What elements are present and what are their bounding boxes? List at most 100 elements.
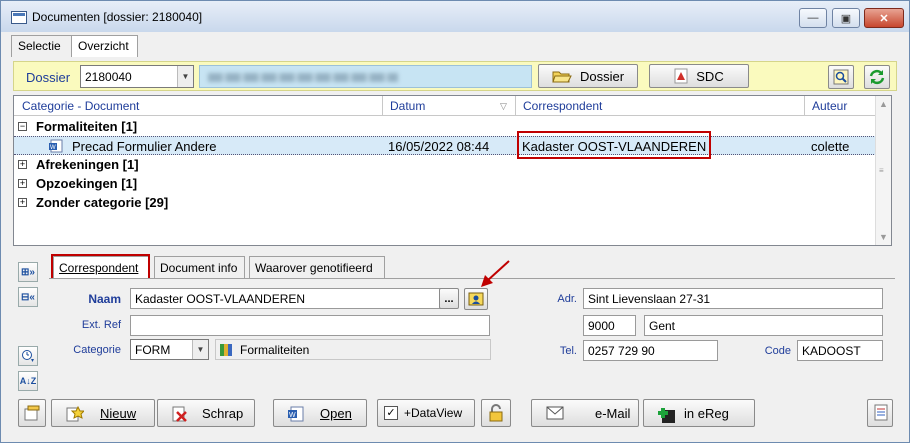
city-field[interactable]: Gent xyxy=(644,315,883,336)
cell-auteur: colette xyxy=(811,139,850,154)
tel-label: Tel. xyxy=(559,345,577,357)
column-separator xyxy=(804,96,805,116)
schrap-button[interactable]: Schrap xyxy=(157,399,255,427)
chevron-down-icon[interactable]: ▼ xyxy=(177,66,193,87)
vertical-scrollbar[interactable]: ▲ ≡ ▼ xyxy=(875,96,891,245)
tab-overzicht[interactable]: Overzicht xyxy=(71,35,138,57)
correspondent-tab-highlight xyxy=(51,254,150,280)
svg-text:W: W xyxy=(289,412,296,419)
tab-selectie[interactable]: Selectie xyxy=(11,35,72,57)
close-button[interactable]: ✕ xyxy=(864,8,904,28)
scroll-up-icon[interactable]: ▲ xyxy=(879,99,888,109)
expand-icon[interactable]: + xyxy=(18,160,27,169)
column-auteur[interactable]: Auteur xyxy=(812,99,847,113)
scroll-grip-icon[interactable]: ≡ xyxy=(879,166,884,175)
document-grid: Categorie - Document Datum ▽ Corresponde… xyxy=(13,95,892,246)
postcode-field[interactable]: 9000 xyxy=(583,315,636,336)
categorie-name: Formaliteiten xyxy=(240,343,310,357)
categorie-combo[interactable]: FORM ▼ xyxy=(130,339,209,360)
code-label: Code xyxy=(764,345,791,357)
documenten-window: Documenten [dossier: 2180040] — ▣ ✕ Sele… xyxy=(0,0,910,443)
new-document-icon xyxy=(66,406,84,422)
word-document-icon: W xyxy=(288,406,304,422)
dossier-button[interactable]: Dossier xyxy=(538,64,638,88)
contact-card-icon xyxy=(468,292,484,306)
naam-field[interactable]: Kadaster OOST-VLAANDEREN xyxy=(130,288,441,309)
add-register-icon xyxy=(658,408,675,423)
app-icon xyxy=(11,11,27,24)
group-row-formaliteiten[interactable]: − Formaliteiten [1] xyxy=(14,117,876,136)
column-categorie-document[interactable]: Categorie - Document xyxy=(22,99,139,113)
magnifier-icon xyxy=(833,69,849,85)
minimize-button[interactable]: — xyxy=(799,8,827,28)
nieuw-button[interactable]: Nieuw xyxy=(51,399,155,427)
extref-field[interactable] xyxy=(130,315,490,336)
tel-field[interactable]: 0257 729 90 xyxy=(583,340,718,361)
scroll-down-icon[interactable]: ▼ xyxy=(879,232,888,242)
group-label: Formaliteiten [1] xyxy=(36,119,138,134)
open-label: Open xyxy=(320,406,352,421)
group-label: Opzoekingen [1] xyxy=(36,176,138,191)
padlock-icon xyxy=(489,404,503,422)
group-row-zonder-categorie[interactable]: + Zonder categorie [29] xyxy=(14,193,876,212)
zoom-button[interactable] xyxy=(828,65,854,89)
folder-open-icon xyxy=(552,71,572,83)
table-row[interactable]: W Precad Formulier Andere 16/05/2022 08:… xyxy=(14,136,876,155)
categorie-value: FORM xyxy=(135,343,171,357)
refresh-button[interactable] xyxy=(864,65,890,89)
group-label: Afrekeningen [1] xyxy=(36,157,139,172)
word-document-icon: W xyxy=(49,139,63,153)
adr-label: Adr. xyxy=(557,293,577,305)
maximize-button[interactable]: ▣ xyxy=(832,8,860,28)
dossier-name-field xyxy=(199,65,532,88)
open-button[interactable]: W Open xyxy=(273,399,367,427)
envelope-icon xyxy=(546,406,564,420)
code-field[interactable]: KADOOST xyxy=(797,340,883,361)
correspondent-panel: Naam Kadaster OOST-VLAANDEREN ... Ext. R… xyxy=(49,260,895,394)
expand-icon[interactable]: + xyxy=(18,198,27,207)
title-bar: Documenten [dossier: 2180040] — ▣ ✕ xyxy=(1,1,909,32)
chevron-down-icon[interactable]: ▼ xyxy=(192,340,208,359)
contact-card-button[interactable] xyxy=(464,288,488,310)
window-title: Documenten [dossier: 2180040] xyxy=(32,10,203,24)
ereg-button[interactable]: in eReg xyxy=(643,399,755,427)
collapse-icon[interactable]: − xyxy=(18,122,27,131)
expand-all-button[interactable]: ⊞» xyxy=(18,262,38,282)
dataview-toggle[interactable]: ✓ +DataView xyxy=(377,399,475,427)
group-row-opzoekingen[interactable]: + Opzoekingen [1] xyxy=(14,174,876,193)
export-icon xyxy=(874,404,888,421)
properties-button[interactable] xyxy=(18,399,46,427)
sdc-button[interactable]: SDC xyxy=(649,64,749,88)
column-separator xyxy=(515,96,516,116)
refresh-icon xyxy=(869,69,885,85)
dataview-label: +DataView xyxy=(404,406,463,420)
delete-document-icon xyxy=(172,406,187,422)
naam-lookup-button[interactable]: ... xyxy=(439,288,459,309)
checkbox-checked-icon[interactable]: ✓ xyxy=(384,406,398,420)
export-button[interactable] xyxy=(867,399,893,427)
address-field[interactable]: Sint Lievenslaan 27-31 xyxy=(583,288,883,309)
grid-header: Categorie - Document Datum ▽ Corresponde… xyxy=(14,96,876,116)
column-separator xyxy=(382,96,383,116)
column-datum[interactable]: Datum xyxy=(390,99,425,113)
collapse-all-button[interactable]: ⊟« xyxy=(18,287,38,307)
email-button[interactable]: e-Mail xyxy=(531,399,639,427)
categorie-name-field: Formaliteiten xyxy=(215,339,491,360)
ereg-label: in eReg xyxy=(684,406,729,421)
email-label: e-Mail xyxy=(595,406,631,421)
group-row-afrekeningen[interactable]: + Afrekeningen [1] xyxy=(14,155,876,174)
correspondent-highlight xyxy=(517,131,711,159)
category-icon xyxy=(220,344,232,356)
blurred-dossier-name xyxy=(208,73,398,82)
dossier-button-label: Dossier xyxy=(579,68,625,84)
tab-document-info[interactable]: Document info xyxy=(154,256,245,279)
naam-label: Naam xyxy=(88,292,121,306)
dossier-combo[interactable]: 2180040 ▼ xyxy=(80,65,194,88)
dossier-label: Dossier xyxy=(26,70,71,85)
expand-icon[interactable]: + xyxy=(18,179,27,188)
column-correspondent[interactable]: Correspondent xyxy=(523,99,602,113)
lock-button[interactable] xyxy=(481,399,511,427)
sort-date-button[interactable] xyxy=(18,346,38,366)
tab-waarover-genotifieerd[interactable]: Waarover genotifieerd xyxy=(249,256,385,279)
sort-az-button[interactable]: A↓Z xyxy=(18,371,38,391)
